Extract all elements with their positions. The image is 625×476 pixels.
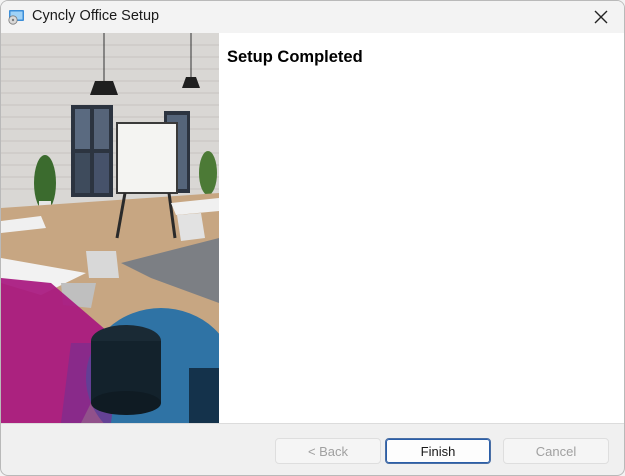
setup-installer-icon [8, 10, 24, 25]
close-icon [594, 10, 608, 24]
cancel-button[interactable]: Cancel [503, 438, 609, 464]
page-title: Setup Completed [227, 48, 363, 66]
footer-divider [1, 423, 624, 424]
finish-button[interactable]: Finish [385, 438, 491, 464]
back-button[interactable]: < Back [275, 438, 381, 464]
window-title: Cyncly Office Setup [32, 8, 160, 24]
title-bar: Cyncly Office Setup [1, 1, 624, 33]
office-scene-illustration [1, 33, 219, 423]
setup-window: Cyncly Office Setup Setup Completed < Ba… [0, 0, 625, 476]
content-panel: Setup Completed [219, 33, 624, 423]
close-button[interactable] [578, 1, 624, 33]
office-banner-image [1, 33, 219, 423]
